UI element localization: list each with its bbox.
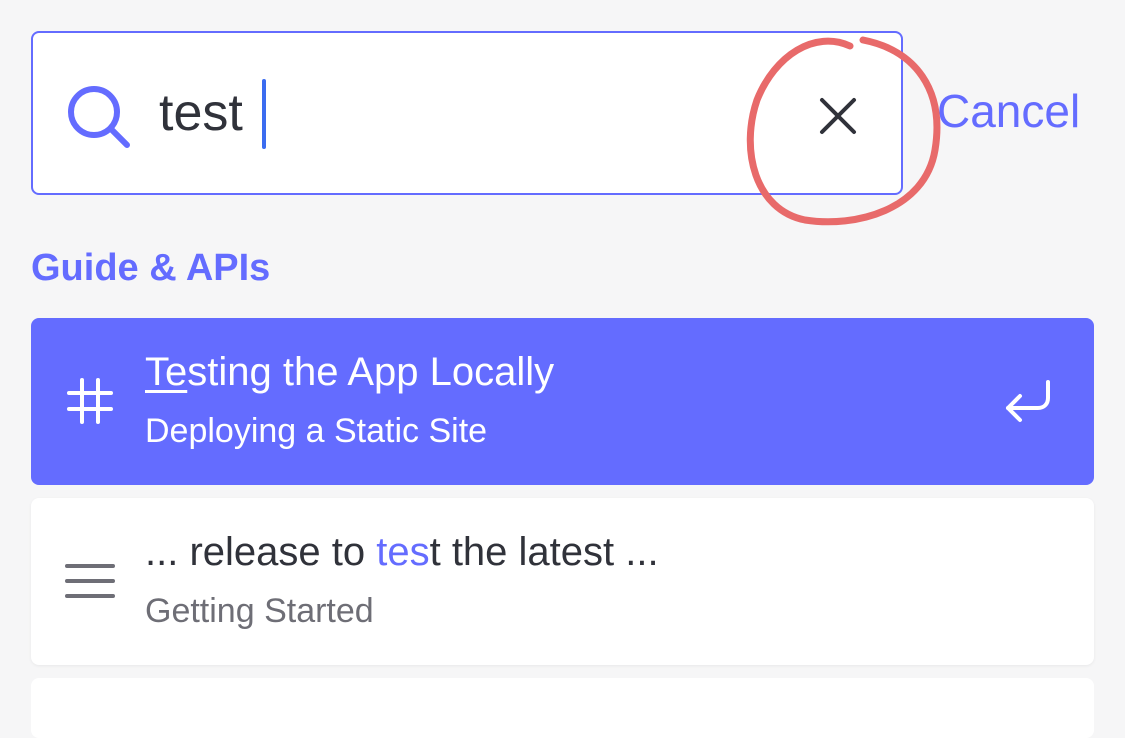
menu-lines-icon bbox=[65, 564, 115, 598]
result-subtitle: Getting Started bbox=[145, 592, 374, 630]
search-box[interactable] bbox=[31, 31, 903, 195]
search-result-item-selected[interactable]: Testing the App Locally Deploying a Stat… bbox=[31, 318, 1094, 485]
result-title-post: t the latest ... bbox=[429, 530, 659, 574]
result-title: Testing the App Locally bbox=[145, 352, 554, 392]
cancel-button[interactable]: Cancel bbox=[937, 88, 1080, 134]
result-title-match: Te bbox=[145, 350, 188, 394]
text-caret bbox=[262, 79, 266, 149]
search-icon bbox=[68, 86, 130, 148]
close-icon bbox=[820, 98, 856, 134]
section-title: Guide & APIs bbox=[31, 247, 271, 289]
result-title: ... release to test the latest ... bbox=[145, 532, 659, 572]
search-result-item-partial[interactable] bbox=[31, 678, 1094, 738]
search-result-item[interactable]: ... release to test the latest ... Getti… bbox=[31, 498, 1094, 665]
enter-icon bbox=[1006, 380, 1050, 422]
clear-search-button[interactable] bbox=[803, 81, 873, 151]
result-subtitle: Deploying a Static Site bbox=[145, 412, 488, 450]
search-input[interactable] bbox=[159, 73, 759, 153]
hash-icon bbox=[67, 378, 113, 424]
result-title-match: tes bbox=[376, 530, 430, 574]
result-title-pre: ... release to bbox=[145, 530, 377, 574]
result-title-rest: sting the App Locally bbox=[187, 350, 555, 394]
